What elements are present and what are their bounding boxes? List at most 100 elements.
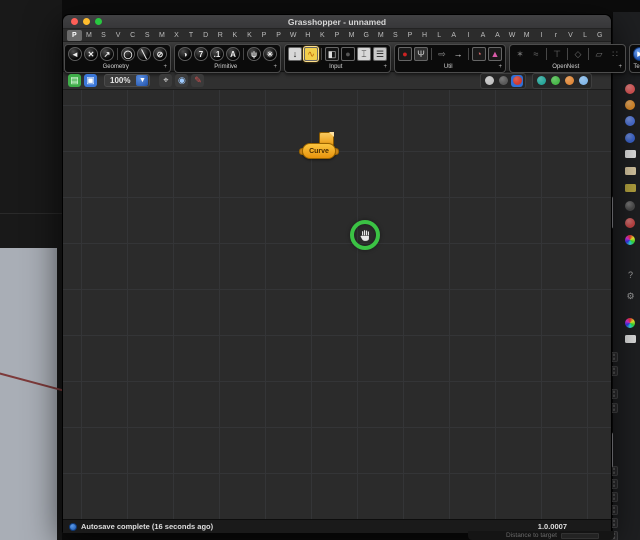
nesting-icon[interactable]: ✶ (513, 47, 527, 61)
panel-color-wheel-2-icon[interactable] (625, 318, 635, 328)
group-expand-button[interactable]: + (618, 64, 622, 70)
relay-out-icon[interactable]: ⇨ (435, 47, 449, 61)
tab-M-21[interactable]: M (373, 30, 388, 41)
tab-A-28[interactable]: A (476, 30, 491, 41)
panel-white-icon[interactable] (625, 335, 636, 343)
tab-P-13[interactable]: P (257, 30, 272, 41)
tab-S-22[interactable]: S (388, 30, 403, 41)
preview-document-icon[interactable] (577, 75, 589, 87)
tab-G-20[interactable]: G (359, 30, 374, 41)
sketch-pen-icon[interactable]: ✎ (191, 74, 205, 87)
tab-L-25[interactable]: L (432, 30, 447, 41)
tab-L-35[interactable]: L (578, 30, 593, 41)
tab-D-9[interactable]: D (198, 30, 213, 41)
title-bar[interactable]: Grasshopper - unnamed (63, 15, 611, 29)
param-line-icon[interactable]: ╲ (137, 47, 151, 61)
param-boolean-icon[interactable]: ◑ (178, 47, 192, 61)
group-expand-button[interactable]: + (498, 64, 502, 70)
tab-r-33[interactable]: r (549, 30, 564, 41)
param-integer-icon[interactable]: 7 (194, 47, 208, 61)
tab-A-26[interactable]: A (446, 30, 461, 41)
tab-M-6[interactable]: M (155, 30, 170, 41)
param-text-icon[interactable]: A (226, 47, 240, 61)
tab-W-30[interactable]: W (505, 30, 520, 41)
tab-R-10[interactable]: R (213, 30, 228, 41)
tab-M-1[interactable]: M (82, 30, 97, 41)
zoom-extents-icon[interactable]: ⌖ (159, 74, 173, 87)
panel-folder-icon[interactable] (625, 184, 636, 192)
curve-component[interactable]: Curve (299, 143, 339, 159)
sheet-icon[interactable]: ▱ (592, 47, 606, 61)
preview-selected-only-icon[interactable] (535, 75, 547, 87)
telepathy-sender-icon[interactable]: ▶ (633, 47, 640, 61)
panel-box-icon[interactable] (625, 133, 635, 143)
tab-K-12[interactable]: K (242, 30, 257, 41)
tab-S-5[interactable]: S (140, 30, 155, 41)
tab-P-14[interactable]: P (271, 30, 286, 41)
tab-I-32[interactable]: I (534, 30, 549, 41)
panel-color-wheel-icon[interactable] (625, 235, 635, 245)
tab-K-17[interactable]: K (315, 30, 330, 41)
tab-M-31[interactable]: M (519, 30, 534, 41)
tab-P-0[interactable]: P (67, 29, 82, 41)
command-value-field[interactable] (560, 532, 599, 539)
preview-eye-icon[interactable]: ◉ (175, 74, 189, 87)
relay-in-icon[interactable]: → (451, 47, 465, 61)
output-nub[interactable] (335, 148, 339, 155)
tab-M-19[interactable]: M (344, 30, 359, 41)
rhino-viewport[interactable] (0, 248, 64, 540)
param-circle-icon[interactable]: ◯ (121, 47, 135, 61)
tab-S-2[interactable]: S (96, 30, 111, 41)
tab-W-15[interactable]: W (286, 30, 301, 41)
group-expand-button[interactable]: + (163, 64, 167, 70)
param-geometry-icon[interactable]: ◄ (68, 47, 82, 61)
tab-I-27[interactable]: I (461, 30, 476, 41)
group-expand-button[interactable]: + (273, 64, 277, 70)
cherry-picker-icon[interactable]: ● (398, 47, 412, 61)
tab-V-3[interactable]: V (111, 30, 126, 41)
knob-icon[interactable]: ● (341, 47, 355, 61)
tab-T-8[interactable]: T (184, 30, 199, 41)
input-nub[interactable] (299, 148, 303, 155)
zoom-dropdown-button[interactable]: ▼ (136, 75, 149, 86)
tab-P-23[interactable]: P (403, 30, 418, 41)
preview-custom-icon[interactable] (563, 75, 575, 87)
panel-icon[interactable]: ☰ (373, 47, 387, 61)
grid-points-icon[interactable]: ∷ (608, 47, 622, 61)
bounding-icon[interactable]: ◇ (571, 47, 585, 61)
panel-material-icon[interactable] (625, 218, 635, 228)
tab-X-7[interactable]: X (169, 30, 184, 41)
panel-image-icon[interactable] (625, 116, 635, 126)
param-number-icon[interactable]: .1 (210, 47, 224, 61)
param-path-icon[interactable]: ψ (247, 47, 261, 61)
boolean-toggle-icon[interactable]: ◧ (325, 47, 339, 61)
param-data-icon[interactable]: ✳ (263, 47, 277, 61)
wireframe-preview-icon[interactable] (497, 75, 509, 87)
tab-C-4[interactable]: C (125, 30, 140, 41)
number-slider-icon[interactable]: ∿ (303, 46, 319, 62)
panel-help-icon[interactable]: ? (625, 270, 636, 281)
label-tool-icon[interactable]: ⊤ (550, 47, 564, 61)
param-viewer-icon[interactable]: Ψ (414, 47, 428, 61)
new-document-icon[interactable]: ▤ (68, 74, 81, 87)
panel-settings-icon[interactable]: ⚙ (625, 291, 636, 302)
preview-mesh-edges-icon[interactable] (549, 75, 561, 87)
tab-G-36[interactable]: G (592, 30, 607, 41)
panel-orange-icon[interactable] (625, 100, 635, 110)
group-expand-button[interactable]: + (383, 64, 387, 70)
panel-display-icon[interactable] (625, 201, 635, 211)
tab-H-24[interactable]: H (417, 30, 432, 41)
no-preview-icon[interactable] (483, 75, 495, 87)
digit-scroller-icon[interactable]: ⌶ (357, 47, 371, 61)
save-document-icon[interactable]: ▣ (84, 74, 97, 87)
tab-V-34[interactable]: V (563, 30, 578, 41)
tab-A-29[interactable]: A (490, 30, 505, 41)
tab-P-18[interactable]: P (330, 30, 345, 41)
shaded-preview-icon[interactable] (511, 74, 523, 87)
transform-icon[interactable]: ≈ (529, 47, 543, 61)
param-surface-icon[interactable]: ⊘ (153, 47, 167, 61)
data-dam-icon[interactable]: ◔ (472, 47, 486, 61)
tab-K-11[interactable]: K (228, 30, 243, 41)
panel-notes-icon[interactable] (625, 167, 636, 175)
tab-H-16[interactable]: H (301, 30, 316, 41)
